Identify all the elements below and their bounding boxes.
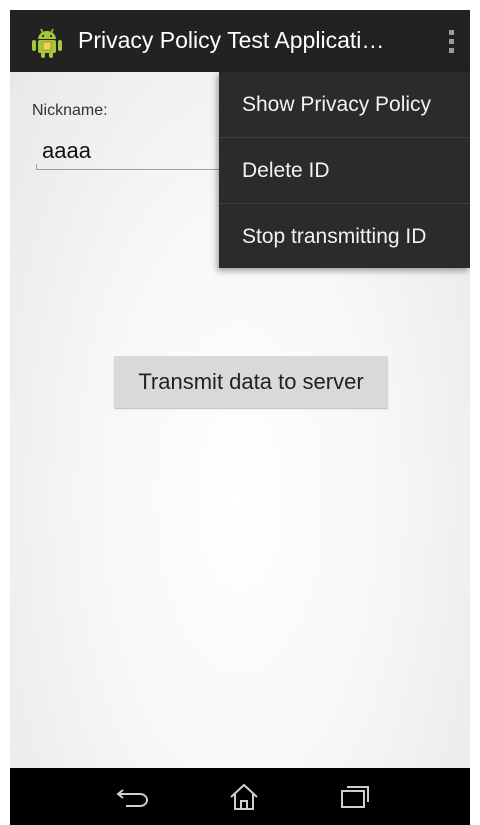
input-underline-edge bbox=[36, 164, 37, 170]
navigation-bar bbox=[10, 768, 470, 825]
nickname-label: Nickname: bbox=[32, 102, 108, 119]
phone-screen: Privacy Policy Test Applicati… Nickname:… bbox=[10, 10, 470, 825]
android-icon bbox=[32, 28, 62, 58]
home-button[interactable] bbox=[209, 768, 279, 825]
app-title: Privacy Policy Test Applicati… bbox=[78, 27, 385, 53]
recents-icon bbox=[341, 785, 369, 808]
overflow-menu: Show Privacy Policy Delete ID Stop trans… bbox=[219, 72, 470, 268]
menu-item-show-privacy-policy[interactable]: Show Privacy Policy bbox=[219, 72, 470, 138]
menu-item-delete-id[interactable]: Delete ID bbox=[219, 138, 470, 204]
recents-button[interactable] bbox=[320, 768, 390, 825]
menu-item-stop-transmitting-id[interactable]: Stop transmitting ID bbox=[219, 204, 470, 269]
back-button[interactable] bbox=[98, 768, 168, 825]
overflow-menu-button[interactable] bbox=[440, 22, 462, 60]
overflow-dot bbox=[448, 38, 454, 44]
back-icon bbox=[116, 788, 148, 807]
overflow-menu-icon bbox=[448, 29, 454, 35]
transmit-data-button[interactable]: Transmit data to server bbox=[114, 356, 388, 408]
overflow-dot bbox=[448, 47, 454, 53]
action-bar: Privacy Policy Test Applicati… bbox=[10, 10, 470, 72]
home-icon bbox=[230, 783, 258, 810]
